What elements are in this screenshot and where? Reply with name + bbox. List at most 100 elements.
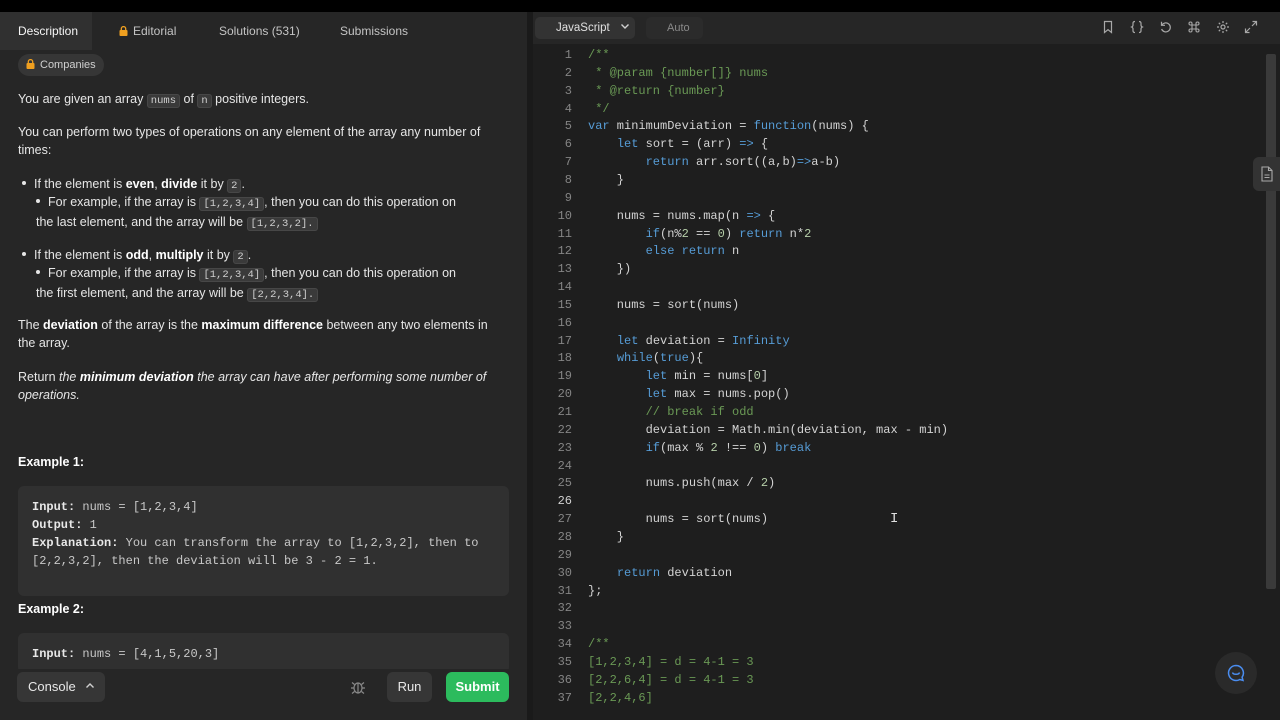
run-button[interactable]: Run: [387, 672, 432, 702]
inline-code: [1,2,3,4]: [199, 268, 265, 282]
code-line: 26: [533, 492, 1280, 510]
line-number: 1: [564, 48, 572, 62]
submit-button[interactable]: Submit: [446, 672, 509, 702]
reset-icon[interactable]: [1159, 20, 1173, 34]
line-number: 20: [557, 387, 572, 402]
example-1-title: Example 1:: [18, 455, 85, 469]
inline-code: nums: [146, 94, 181, 108]
code-line: 16: [533, 314, 1280, 332]
label: Output:: [32, 518, 83, 532]
code-text: deviation = Math.min(deviation, max - mi…: [588, 422, 949, 437]
code-line: 7 return arr.sort((a,b)=>a-b): [533, 153, 1280, 171]
code-line: 31};: [533, 582, 1280, 600]
text: of the array is the: [97, 318, 202, 332]
code-line: 13 }): [533, 260, 1280, 278]
code-text: let deviation = Infinity: [616, 333, 790, 348]
tab-solutions[interactable]: Solutions (531): [219, 24, 300, 38]
tab-description[interactable]: Description: [18, 24, 78, 38]
code-line: 4 */: [533, 100, 1280, 118]
description-panel: Description Editorial Solutions (531) Su…: [0, 12, 527, 720]
language-select[interactable]: JavaScript: [535, 17, 635, 39]
code-line: 18 while(true){: [533, 349, 1280, 367]
tab-submissions[interactable]: Submissions: [340, 24, 408, 38]
line-number: 36: [557, 672, 572, 687]
example-1-input: Input: nums = [1,2,3,4]: [32, 498, 495, 516]
text: Return: [18, 370, 59, 384]
label: Input:: [32, 647, 76, 661]
code-text: var minimumDeviation = function(nums) {: [588, 119, 869, 134]
console-button[interactable]: Console: [17, 672, 105, 702]
code-line: 6 let sort = (arr) => {: [533, 135, 1280, 153]
code-line: 21 // break if odd: [533, 403, 1280, 421]
code-line: 5 var minimumDeviation = function(nums) {: [533, 117, 1280, 135]
line-number: 34: [557, 637, 572, 652]
text-bold: odd: [125, 248, 149, 262]
bullet-dot: [36, 199, 40, 203]
bug-icon[interactable]: [350, 679, 366, 695]
code-text: }: [588, 529, 625, 544]
text: For example, if the array is: [48, 266, 200, 280]
line-number: 17: [557, 333, 572, 348]
line-number: 19: [557, 369, 572, 384]
bookmark-icon[interactable]: [1101, 20, 1115, 34]
line-number: 11: [557, 226, 572, 241]
value: 1: [82, 518, 97, 532]
code-editor[interactable]: 1/** 2 * @param {number[]} nums 3 * @retur…: [533, 46, 1280, 720]
line-number: 27: [557, 512, 572, 527]
code-text: };: [588, 583, 603, 598]
code-line: 37 [2,2,4,6]: [533, 689, 1280, 707]
auto-complete-toggle[interactable]: Auto: [646, 17, 703, 39]
code-text: [2,2,6,4] = d = 4-1 = 3: [588, 672, 754, 687]
line-number: 4: [564, 101, 572, 116]
line-number: 15: [557, 297, 572, 312]
editor-header: JavaScript Auto: [533, 12, 1280, 44]
example-2-input: Input: nums = [4,1,5,20,3]: [32, 645, 495, 663]
text: If the element is: [34, 248, 126, 262]
code-line: 22 deviation = Math.min(deviation, max -…: [533, 421, 1280, 439]
braces-icon[interactable]: [1130, 20, 1144, 34]
text: For example, if the array is: [48, 195, 200, 209]
inline-code: 2: [233, 250, 248, 264]
line-number: 28: [557, 529, 572, 544]
code-line: 3 * @return {number}: [533, 82, 1280, 100]
code-text: return deviation: [616, 565, 733, 580]
example-1-explanation: Explanation: You can transform the array…: [32, 534, 495, 570]
bullet-even-sub: For example, if the array is [1,2,3,4], …: [36, 193, 476, 233]
side-panel-tab[interactable]: [1253, 157, 1280, 191]
bullet-odd: If the element is odd, multiply it by 2.: [22, 246, 492, 266]
line-number: 14: [557, 280, 572, 295]
code-text: /**: [588, 48, 610, 62]
text-bold: even: [125, 177, 155, 191]
tab-editorial[interactable]: Editorial: [119, 24, 176, 38]
line-number: 16: [557, 315, 572, 330]
example-2-box: Input: nums = [4,1,5,20,3]: [18, 633, 509, 673]
line-number: 22: [557, 422, 572, 437]
gear-icon[interactable]: [1216, 20, 1230, 34]
expand-icon[interactable]: [1244, 20, 1258, 34]
line-number: 23: [557, 440, 572, 455]
code-line: 33: [533, 617, 1280, 635]
text-cursor-icon: I: [890, 511, 899, 527]
text-bold: deviation: [43, 318, 98, 332]
editor-scrollbar[interactable]: [1266, 54, 1276, 589]
code-text: * @return {number}: [588, 83, 725, 98]
code-line: 17 let deviation = Infinity: [533, 332, 1280, 350]
inline-code: 2: [227, 179, 242, 193]
bullet-odd-sub: For example, if the array is [1,2,3,4], …: [36, 264, 476, 304]
label: Explanation:: [32, 536, 119, 550]
code-line: 11 if(n%2 == 0) return n*2: [533, 225, 1280, 243]
feedback-chat-button[interactable]: [1215, 652, 1257, 694]
text: it by: [203, 248, 234, 262]
code-text: [1,2,3,4] = d = 4-1 = 3: [588, 654, 754, 669]
line-number: 6: [564, 137, 572, 152]
command-icon[interactable]: [1187, 20, 1201, 34]
companies-tag[interactable]: Companies: [18, 54, 104, 76]
text: of: [180, 92, 198, 106]
problem-paragraph-2: You can perform two types of operations …: [18, 125, 481, 157]
line-number: 26: [557, 494, 572, 509]
code-text: nums = sort(nums): [588, 297, 740, 312]
chevron-up-icon: [86, 683, 95, 688]
problem-paragraph-1: You are given an array nums of n positiv…: [18, 90, 508, 110]
bullet-dot: [22, 252, 26, 256]
line-number: 10: [557, 208, 572, 223]
